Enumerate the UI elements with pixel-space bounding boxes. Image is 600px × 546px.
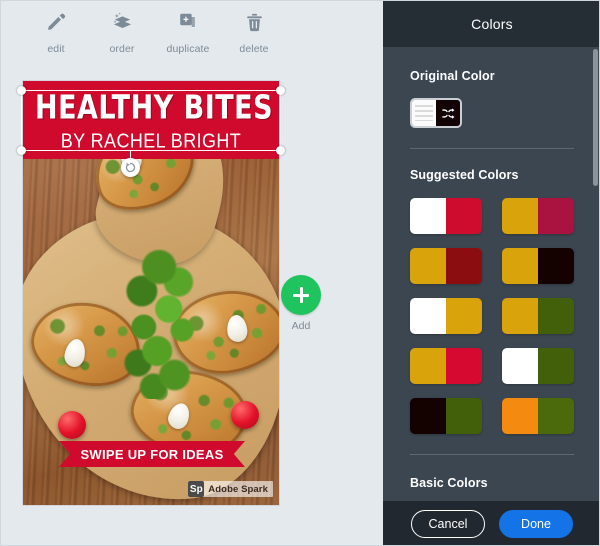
shuffle-icon[interactable] [436,100,460,126]
section-divider [410,454,574,455]
suggested-colors-grid [383,198,599,434]
panel-title: Colors [471,16,513,32]
swatch-right [538,348,574,384]
suggested-color-swatch[interactable] [502,398,574,434]
suggested-color-swatch[interactable] [410,398,482,434]
panel-footer: Cancel Done [383,501,599,545]
adobe-spark-watermark: Sp Adobe Spark [188,481,273,497]
suggested-color-swatch[interactable] [502,298,574,334]
swatch-left [410,198,446,234]
duplicate-icon [177,7,199,37]
parsley-garnish [115,249,211,399]
original-color-preview [412,100,436,126]
subheadline-text: BY RACHEL BRIGHT [60,129,242,152]
add-button[interactable] [281,275,321,315]
swatch-right [446,248,482,284]
panel-scrollbar[interactable] [593,49,598,186]
spark-logo: Sp [188,481,205,497]
headline-banner[interactable]: HEALTHY BITES BY RACHEL BRIGHT [23,81,279,159]
ribbon-label: SWIPE UP FOR IDEAS [80,446,224,462]
swatch-left [410,348,446,384]
swatch-right [538,298,574,334]
swatch-left [410,298,446,334]
suggested-color-swatch[interactable] [410,198,482,234]
suggested-color-swatch[interactable] [502,248,574,284]
original-color-label: Original Color [410,69,495,83]
swatch-left [502,398,538,434]
swatch-left [502,198,538,234]
add-label: Add [291,320,311,332]
swatch-right [446,348,482,384]
suggested-color-swatch[interactable] [410,298,482,334]
basic-colors-label: Basic Colors [410,476,488,490]
swatch-left [410,398,446,434]
layers-icon [111,7,134,37]
suggested-color-swatch[interactable] [502,198,574,234]
original-color-row [383,98,599,128]
suggested-color-swatch[interactable] [410,248,482,284]
suggested-colors-label: Suggested Colors [410,168,519,182]
swatch-right [538,198,574,234]
swatch-left [502,298,538,334]
colors-panel: Colors Original Color Suggested Colors B… [383,1,599,545]
panel-body: Original Color Suggested Colors Basic Co… [383,47,599,501]
edit-button[interactable]: edit [23,7,89,55]
panel-header: Colors [383,1,599,47]
pencil-icon [45,7,67,37]
order-button[interactable]: order [89,7,155,55]
headline-text: HEALTHY BITES [35,89,274,127]
rotate-icon[interactable] [121,158,140,177]
watermark-label: Adobe Spark [208,483,268,495]
edit-label: edit [47,43,65,55]
order-label: order [109,43,135,55]
cherry-tomato [58,411,86,439]
section-divider [410,148,574,149]
cancel-button[interactable]: Cancel [411,510,485,538]
add-element-control: Add [281,275,321,332]
design-canvas[interactable]: HEALTHY BITES BY RACHEL BRIGHT SWIPE UP … [23,81,279,505]
swipe-up-ribbon[interactable]: SWIPE UP FOR IDEAS [59,441,245,467]
canvas-area: edit order duplicate delete HEALTHY BITE… [1,1,383,545]
swatch-right [538,248,574,284]
done-button[interactable]: Done [499,510,573,538]
cherry-tomato [231,401,259,429]
object-toolbar: edit order duplicate delete [1,7,383,63]
trash-icon [244,7,265,37]
suggested-color-swatch[interactable] [502,348,574,384]
swatch-right [446,198,482,234]
app-root: edit order duplicate delete HEALTHY BITE… [0,0,600,546]
delete-label: delete [239,43,269,55]
delete-button[interactable]: delete [221,7,287,55]
plus-icon [293,287,309,303]
swatch-left [410,248,446,284]
original-color-swatch[interactable] [410,98,462,128]
swatch-left [502,348,538,384]
swatch-left [502,248,538,284]
suggested-color-swatch[interactable] [410,348,482,384]
duplicate-button[interactable]: duplicate [155,7,221,55]
swatch-right [446,398,482,434]
swatch-right [446,298,482,334]
swatch-right [538,398,574,434]
duplicate-label: duplicate [166,43,210,55]
